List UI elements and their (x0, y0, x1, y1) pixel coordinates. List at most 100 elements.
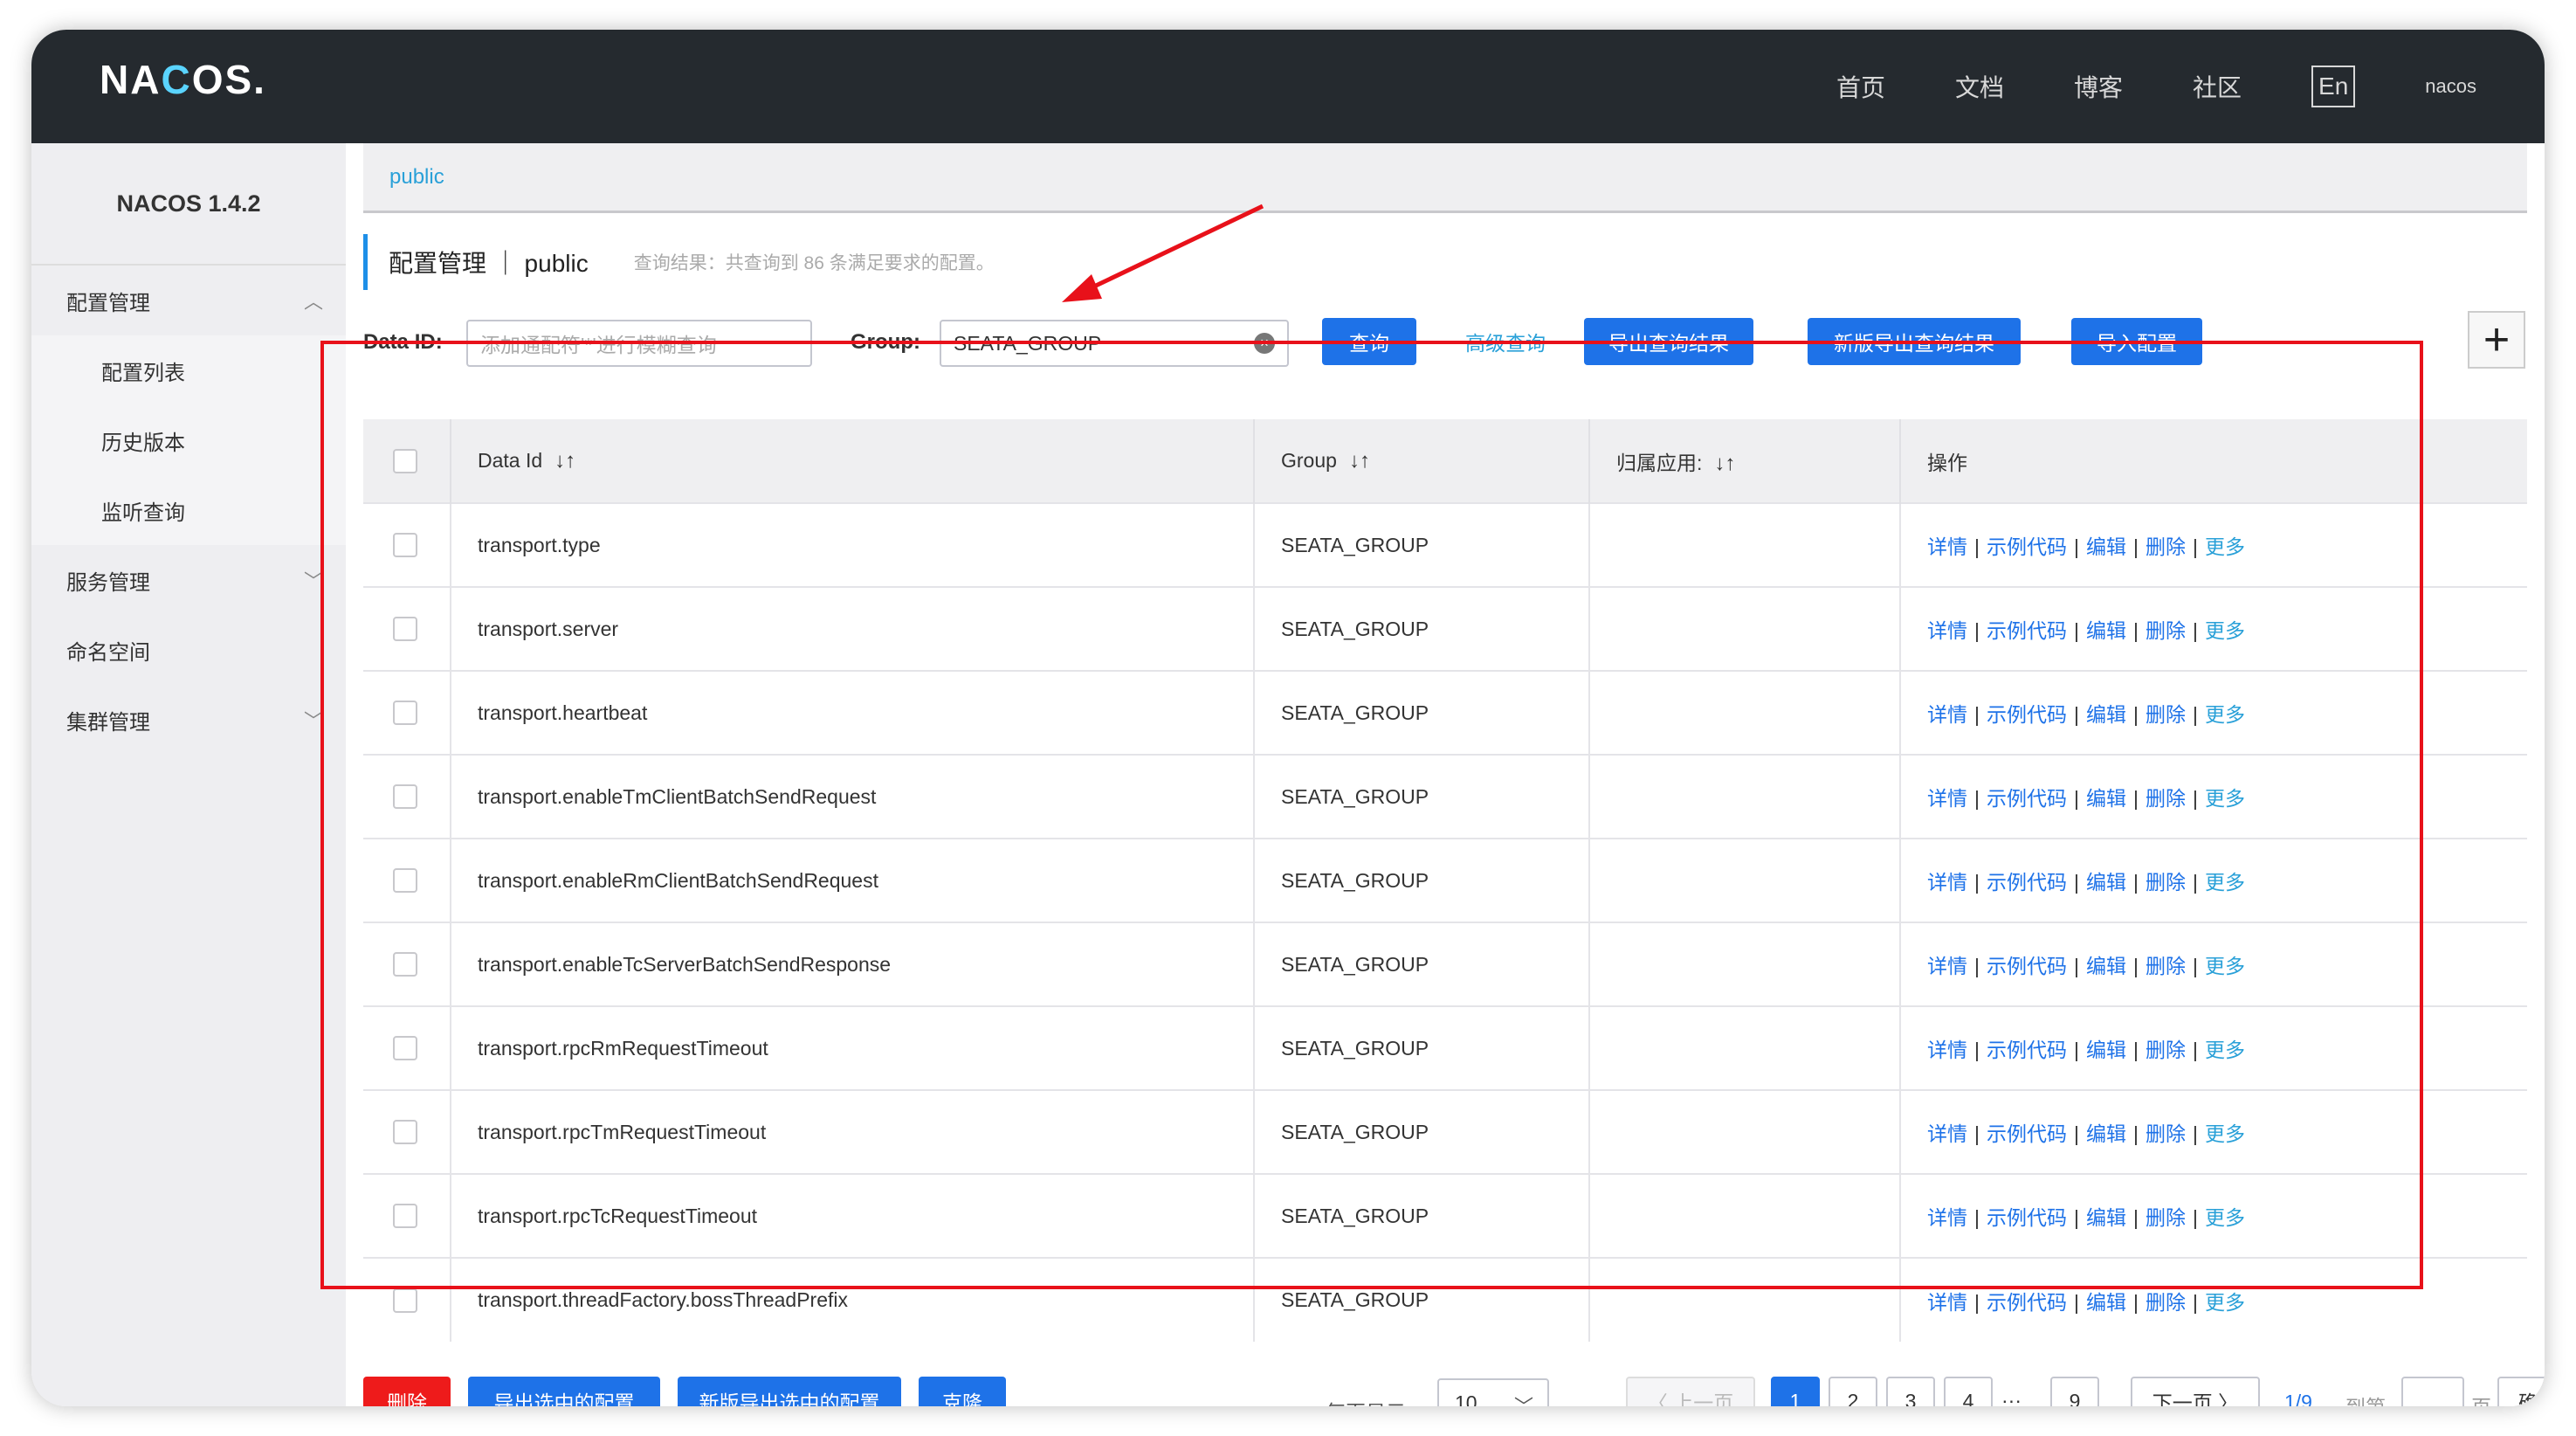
op-edit-link[interactable]: 编辑 (2086, 871, 2126, 894)
export-selected-button[interactable]: 导出选中的配置 (468, 1377, 660, 1406)
page-button-1[interactable]: 1 (1771, 1377, 1820, 1406)
sidebar-item-listener-query[interactable]: 监听查询 (31, 475, 346, 545)
op-edit-link[interactable]: 编辑 (2086, 535, 2126, 558)
page-button-9[interactable]: 9 (2050, 1377, 2099, 1406)
op-sample-code-link[interactable]: 示例代码 (1987, 1206, 2067, 1229)
row-checkbox[interactable] (393, 952, 417, 977)
op-sample-code-link[interactable]: 示例代码 (1987, 871, 2067, 894)
op-edit-link[interactable]: 编辑 (2086, 703, 2126, 726)
op-more-link[interactable]: 更多 (2205, 535, 2245, 558)
op-more-link[interactable]: 更多 (2205, 787, 2245, 810)
group-input[interactable]: SEATA_GROUP × (940, 320, 1289, 367)
confirm-button[interactable]: 确定 (2497, 1377, 2545, 1406)
op-detail-link[interactable]: 详情 (1927, 1291, 1967, 1314)
op-delete-link[interactable]: 删除 (2146, 787, 2186, 810)
op-detail-link[interactable]: 详情 (1927, 1206, 1967, 1229)
op-more-link[interactable]: 更多 (2205, 1291, 2245, 1314)
sidebar-item-cluster-management[interactable]: 集群管理 ﹀ (31, 685, 346, 755)
advanced-query-link[interactable]: 高级查询 (1451, 318, 1560, 365)
sidebar-item-config-list[interactable]: 配置列表 (31, 335, 346, 405)
op-delete-link[interactable]: 删除 (2146, 1291, 2186, 1314)
op-more-link[interactable]: 更多 (2205, 703, 2245, 726)
sidebar-item-history[interactable]: 历史版本 (31, 405, 346, 475)
op-more-link[interactable]: 更多 (2205, 1206, 2245, 1229)
op-more-link[interactable]: 更多 (2205, 955, 2245, 977)
new-export-results-button[interactable]: 新版导出查询结果 (1808, 318, 2021, 365)
op-detail-link[interactable]: 详情 (1927, 1122, 1967, 1145)
row-checkbox[interactable] (393, 1288, 417, 1313)
op-delete-link[interactable]: 删除 (2146, 955, 2186, 977)
op-delete-link[interactable]: 删除 (2146, 1122, 2186, 1145)
op-detail-link[interactable]: 详情 (1927, 535, 1967, 558)
row-checkbox[interactable] (393, 701, 417, 726)
row-checkbox[interactable] (393, 868, 417, 894)
page-button-4[interactable]: 4 (1944, 1377, 1993, 1406)
namespace-link-public[interactable]: public (389, 165, 444, 190)
op-more-link[interactable]: 更多 (2205, 619, 2245, 642)
sort-icon[interactable]: ↓↑ (1714, 452, 1735, 475)
op-delete-link[interactable]: 删除 (2146, 535, 2186, 558)
nav-community[interactable]: 社区 (2193, 69, 2242, 104)
op-delete-link[interactable]: 删除 (2146, 703, 2186, 726)
nav-docs[interactable]: 文档 (1955, 69, 2004, 104)
op-more-link[interactable]: 更多 (2205, 1122, 2245, 1145)
op-more-link[interactable]: 更多 (2205, 871, 2245, 894)
goto-page-input[interactable] (2401, 1377, 2464, 1406)
op-sample-code-link[interactable]: 示例代码 (1987, 619, 2067, 642)
nav-blog[interactable]: 博客 (2074, 69, 2123, 104)
sort-icon[interactable]: ↓↑ (1349, 449, 1370, 473)
op-edit-link[interactable]: 编辑 (2086, 1291, 2126, 1314)
next-page-button[interactable]: 下一页 〉 (2131, 1377, 2260, 1406)
import-config-button[interactable]: 导入配置 (2071, 318, 2202, 365)
language-toggle[interactable]: En (2311, 66, 2356, 107)
op-edit-link[interactable]: 编辑 (2086, 787, 2126, 810)
column-app[interactable]: 归属应用: ↓↑ (1589, 419, 1901, 503)
sidebar-item-config-management[interactable]: 配置管理 ︿ (31, 266, 346, 335)
op-edit-link[interactable]: 编辑 (2086, 1039, 2126, 1061)
op-edit-link[interactable]: 编辑 (2086, 955, 2126, 977)
op-more-link[interactable]: 更多 (2205, 1039, 2245, 1061)
clone-button[interactable]: 克隆 (919, 1377, 1006, 1406)
op-edit-link[interactable]: 编辑 (2086, 619, 2126, 642)
nav-home[interactable]: 首页 (1836, 69, 1885, 104)
data-id-input[interactable]: 添加通配符'*'进行模糊查询 (466, 320, 812, 367)
op-sample-code-link[interactable]: 示例代码 (1987, 1291, 2067, 1314)
op-detail-link[interactable]: 详情 (1927, 787, 1967, 810)
row-checkbox[interactable] (393, 617, 417, 642)
op-detail-link[interactable]: 详情 (1927, 871, 1967, 894)
select-all-checkbox[interactable] (393, 448, 417, 473)
sort-icon[interactable]: ↓↑ (554, 449, 575, 473)
op-delete-link[interactable]: 删除 (2146, 1206, 2186, 1229)
op-edit-link[interactable]: 编辑 (2086, 1206, 2126, 1229)
row-checkbox[interactable] (393, 1036, 417, 1061)
page-button-3[interactable]: 3 (1886, 1377, 1935, 1406)
export-results-button[interactable]: 导出查询结果 (1584, 318, 1753, 365)
op-delete-link[interactable]: 删除 (2146, 1039, 2186, 1061)
query-button[interactable]: 查询 (1322, 318, 1416, 365)
op-sample-code-link[interactable]: 示例代码 (1987, 1039, 2067, 1061)
page-size-select[interactable]: 10 ﹀ (1437, 1378, 1549, 1406)
op-sample-code-link[interactable]: 示例代码 (1987, 955, 2067, 977)
delete-button[interactable]: 删除 (363, 1377, 451, 1406)
op-detail-link[interactable]: 详情 (1927, 619, 1967, 642)
row-checkbox[interactable] (393, 533, 417, 558)
op-detail-link[interactable]: 详情 (1927, 703, 1967, 726)
nacos-logo[interactable]: NACOS. (100, 56, 266, 103)
op-sample-code-link[interactable]: 示例代码 (1987, 703, 2067, 726)
op-sample-code-link[interactable]: 示例代码 (1987, 535, 2067, 558)
row-checkbox[interactable] (393, 1120, 417, 1145)
user-menu[interactable]: nacos (2425, 75, 2476, 98)
column-data-id[interactable]: Data Id ↓↑ (451, 419, 1255, 503)
op-edit-link[interactable]: 编辑 (2086, 1122, 2126, 1145)
op-sample-code-link[interactable]: 示例代码 (1987, 1122, 2067, 1145)
sidebar-item-service-management[interactable]: 服务管理 ﹀ (31, 545, 346, 615)
column-group[interactable]: Group ↓↑ (1254, 419, 1590, 503)
op-delete-link[interactable]: 删除 (2146, 619, 2186, 642)
op-delete-link[interactable]: 删除 (2146, 871, 2186, 894)
op-detail-link[interactable]: 详情 (1927, 1039, 1967, 1061)
sidebar-item-namespace[interactable]: 命名空间 (31, 615, 346, 685)
new-export-selected-button[interactable]: 新版导出选中的配置 (678, 1377, 901, 1406)
op-sample-code-link[interactable]: 示例代码 (1987, 787, 2067, 810)
row-checkbox[interactable] (393, 1204, 417, 1229)
row-checkbox[interactable] (393, 784, 417, 810)
